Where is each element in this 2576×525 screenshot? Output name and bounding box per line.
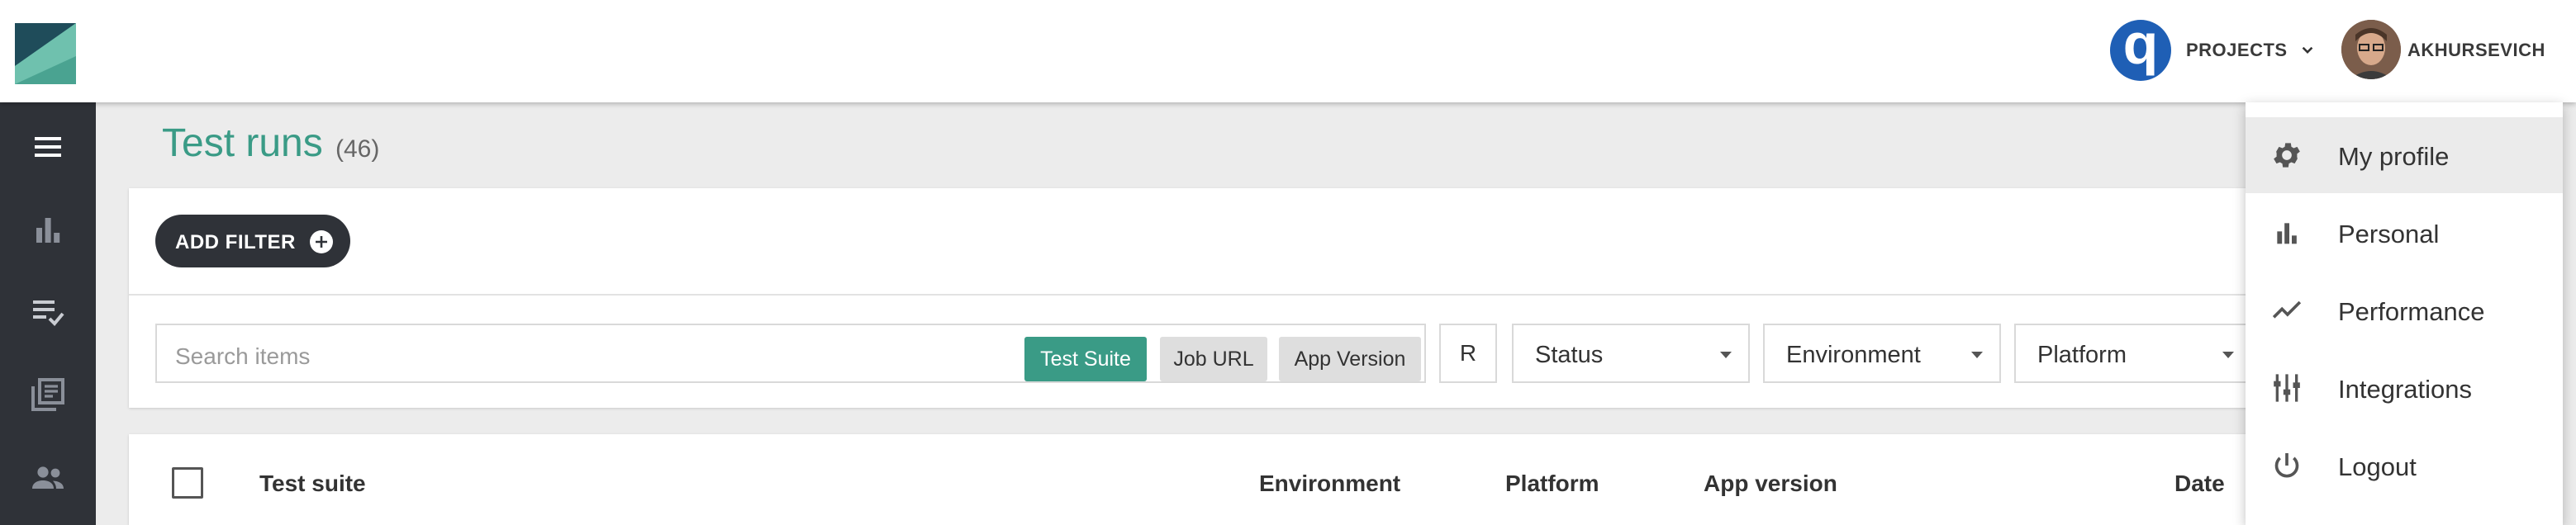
platform-select-value: Platform xyxy=(2037,342,2127,368)
divider xyxy=(129,294,2293,296)
projects-menu-button[interactable]: PROJECTS xyxy=(2186,40,2288,61)
menu-item-label: Performance xyxy=(2338,297,2485,326)
chip-app-version[interactable]: App Version xyxy=(1279,337,1421,381)
column-header-platform[interactable]: Platform xyxy=(1505,471,1599,497)
platform-select[interactable]: Platform xyxy=(2014,324,2252,383)
search-input[interactable]: Search items Test Suite Job URL App Vers… xyxy=(155,324,1426,383)
integrations-icon xyxy=(2274,374,2300,402)
plus-circle-icon xyxy=(310,230,333,253)
trending-line-icon xyxy=(2272,300,2302,319)
column-header-test-suite[interactable]: Test suite xyxy=(259,471,366,497)
column-header-app-version[interactable]: App version xyxy=(1704,471,1837,497)
menu-item-label: Integrations xyxy=(2338,375,2472,404)
status-select-value: Status xyxy=(1535,342,1604,368)
top-header: q PROJECTS AKHURSEVICH xyxy=(0,0,2576,102)
menu-item-label: Personal xyxy=(2338,220,2440,248)
playlist-check-icon[interactable] xyxy=(28,292,68,332)
page-title: Test runs xyxy=(162,121,323,165)
project-logo-glyph: q xyxy=(2122,20,2159,76)
column-header-environment[interactable]: Environment xyxy=(1259,471,1400,497)
reset-button[interactable]: R xyxy=(1439,324,1497,383)
people-icon[interactable] xyxy=(28,457,68,497)
user-dropdown-menu: My profile Personal Performance Integrat… xyxy=(2246,102,2563,525)
add-filter-label: ADD FILTER xyxy=(175,231,296,253)
menu-item-label: Logout xyxy=(2338,452,2417,481)
menu-item-integrations[interactable]: Integrations xyxy=(2246,350,2563,426)
bar-chart-icon xyxy=(2277,223,2297,244)
project-logo[interactable]: q xyxy=(2110,20,2171,81)
menu-item-label: My profile xyxy=(2338,142,2450,171)
menu-item-my-profile[interactable]: My profile xyxy=(2246,117,2563,193)
test-runs-table: Test suite Environment Platform App vers… xyxy=(129,434,2293,525)
library-books-icon[interactable] xyxy=(28,375,68,414)
chip-test-suite[interactable]: Test Suite xyxy=(1024,337,1147,381)
add-filter-button[interactable]: ADD FILTER xyxy=(155,215,350,267)
dropdown-arrow-icon xyxy=(2222,352,2234,358)
power-icon xyxy=(2274,453,2299,478)
dropdown-arrow-icon xyxy=(1720,352,1732,358)
bar-chart-icon[interactable] xyxy=(28,210,68,249)
sidebar xyxy=(0,102,96,525)
filter-card: ADD FILTER Search items Test Suite Job U… xyxy=(129,188,2293,408)
chip-job-url[interactable]: Job URL xyxy=(1160,337,1267,381)
page-count: (46) xyxy=(335,135,380,163)
chevron-down-icon[interactable] xyxy=(2297,40,2318,61)
column-header-date[interactable]: Date xyxy=(2174,471,2225,497)
environment-select-value: Environment xyxy=(1786,342,1921,368)
avatar[interactable] xyxy=(2341,20,2401,79)
status-select[interactable]: Status xyxy=(1512,324,1750,383)
select-all-checkbox[interactable] xyxy=(172,467,203,499)
environment-select[interactable]: Environment xyxy=(1763,324,2001,383)
gear-icon xyxy=(2274,143,2300,168)
search-placeholder: Search items xyxy=(175,343,311,369)
menu-item-logout[interactable]: Logout xyxy=(2246,428,2563,504)
app-logo[interactable] xyxy=(15,23,76,84)
user-menu-button[interactable]: AKHURSEVICH xyxy=(2407,40,2545,61)
menu-item-performance[interactable]: Performance xyxy=(2246,272,2563,348)
menu-icon[interactable] xyxy=(28,127,68,167)
dropdown-arrow-icon xyxy=(1971,352,1983,358)
menu-item-personal[interactable]: Personal xyxy=(2246,195,2563,271)
